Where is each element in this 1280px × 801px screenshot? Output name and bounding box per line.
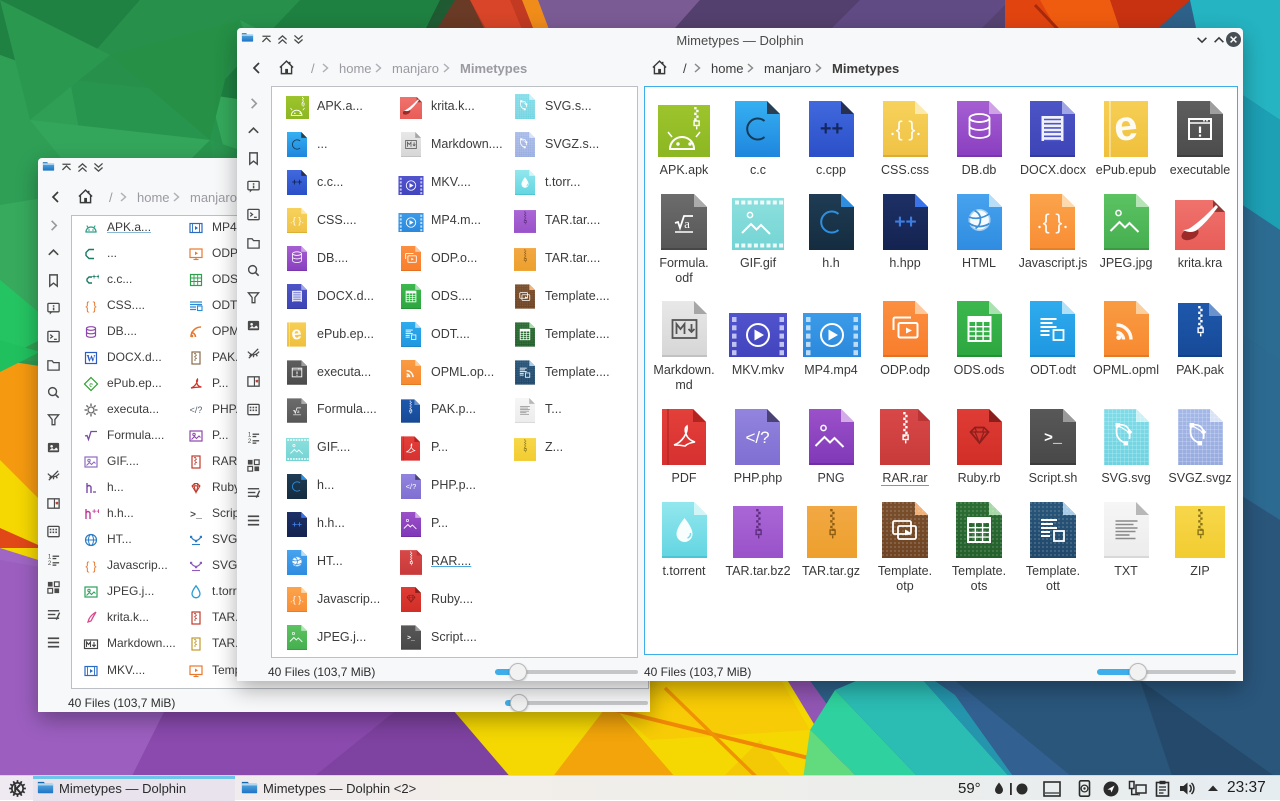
svg-text:++: ++ [92, 507, 99, 516]
svg-text:e: e [291, 323, 303, 344]
svg-text:++: ++ [92, 274, 99, 281]
svg-text:a: a [684, 216, 690, 231]
svg-text:2: 2 [248, 438, 252, 445]
svg-text:++: ++ [292, 519, 302, 529]
svg-text:{ }: { } [85, 559, 96, 573]
svg-text:{ }: { } [895, 118, 915, 141]
svg-text:{ }: { } [1043, 211, 1063, 234]
svg-text:W: W [87, 354, 96, 364]
svg-text:>_: >_ [190, 511, 203, 522]
svg-text:{ }: { } [293, 216, 302, 226]
svg-text:++: ++ [894, 212, 916, 233]
svg-text:{ }: { } [293, 595, 302, 605]
svg-text:</?: </? [190, 405, 203, 415]
svg-text:{ }: { } [85, 299, 96, 313]
svg-text:</?: </? [406, 482, 417, 491]
svg-text:e: e [1112, 101, 1140, 150]
svg-text:>_: >_ [1044, 430, 1063, 447]
svg-text:>_: >_ [407, 635, 415, 642]
svg-text:</?: </? [746, 428, 770, 447]
svg-text:++: ++ [292, 177, 302, 187]
svg-text:e: e [89, 380, 93, 389]
svg-text:2: 2 [48, 560, 52, 567]
svg-text:++: ++ [820, 118, 843, 140]
